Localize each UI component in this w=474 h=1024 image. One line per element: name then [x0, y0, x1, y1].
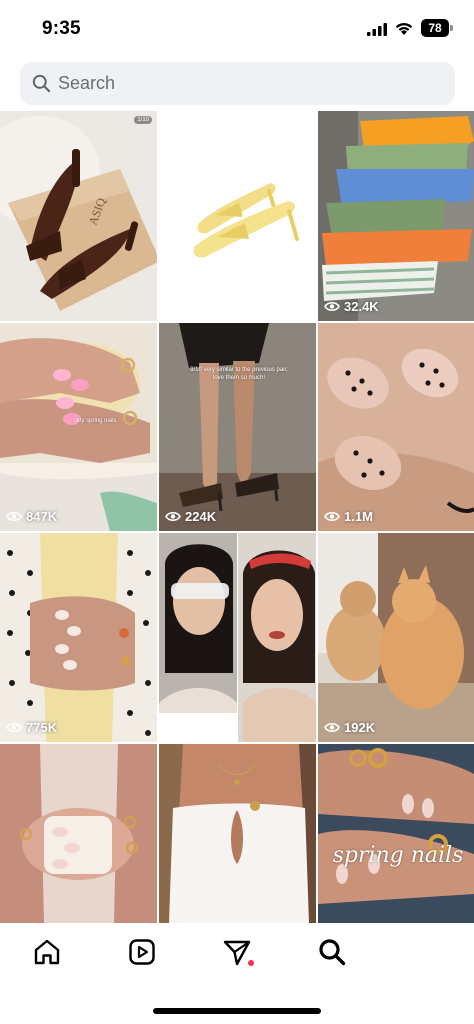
battery-level: 78 [428, 21, 442, 35]
nav-search-button[interactable] [317, 937, 347, 967]
tile-polka-dot-hands[interactable]: 775K [0, 533, 157, 742]
views-count: 1.1M [344, 508, 373, 524]
views-count: 847K [26, 508, 58, 524]
tile-two-portraits[interactable] [159, 533, 316, 742]
tile-polka-dot-nails[interactable]: 1.1M [318, 323, 474, 531]
view-count-badge: 192K [324, 719, 375, 735]
nav-reels-button[interactable] [127, 937, 157, 967]
eye-icon [324, 301, 340, 311]
page-badge: 1/10 [134, 116, 152, 124]
eye-icon [165, 511, 181, 521]
battery-icon: 78 [421, 19, 453, 37]
view-count-badge: 775K [6, 719, 57, 735]
explore-grid: ASIQ 1/10 32.4K girly spring nails 847K … [0, 111, 474, 923]
tile-cats-mirror[interactable]: 192K [318, 533, 474, 742]
signal-icon [367, 23, 387, 36]
eye-icon [6, 511, 22, 521]
search-icon [32, 74, 51, 93]
search-bar[interactable] [20, 62, 455, 105]
view-count-badge: 32.4K [324, 298, 379, 314]
view-count-badge: 847K [6, 508, 57, 524]
eye-icon [324, 722, 340, 732]
tile-swimwear-stack[interactable]: 32.4K [318, 111, 474, 321]
nav-home-button[interactable] [32, 937, 62, 967]
view-count-badge: 224K [165, 508, 216, 524]
search-input[interactable] [58, 62, 438, 105]
eye-icon [6, 722, 22, 732]
tile-sandals-brown[interactable]: ASIQ 1/10 [0, 111, 157, 321]
tile-white-top[interactable] [159, 744, 316, 923]
tile-spring-nails[interactable]: spring nails [318, 744, 474, 923]
home-icon [34, 939, 60, 965]
tile-legs-heels[interactable]: 9/10 very similar to the previous pair, … [159, 323, 316, 531]
eye-icon [324, 511, 340, 521]
post-caption: spring nails [332, 843, 464, 868]
notification-dot [248, 960, 254, 966]
views-count: 32.4K [344, 298, 379, 314]
views-count: 775K [26, 719, 58, 735]
tile-nails-mug[interactable] [0, 744, 157, 923]
view-count-badge: 1.1M [324, 508, 373, 524]
views-count: 192K [344, 719, 376, 735]
views-count: 224K [185, 508, 217, 524]
tile-pink-nails-candle[interactable]: girly spring nails 847K [0, 323, 157, 531]
home-indicator[interactable] [153, 1008, 321, 1014]
post-caption: 9/10 very similar to the previous pair, … [190, 367, 288, 381]
wifi-icon [395, 23, 413, 35]
tile-sandals-yellow[interactable] [159, 111, 316, 321]
post-caption: girly spring nails [73, 418, 117, 424]
status-time: 9:35 [42, 18, 81, 39]
reels-icon [129, 939, 155, 965]
search-icon [319, 939, 346, 966]
status-bar: 9:35 78 [0, 0, 474, 58]
